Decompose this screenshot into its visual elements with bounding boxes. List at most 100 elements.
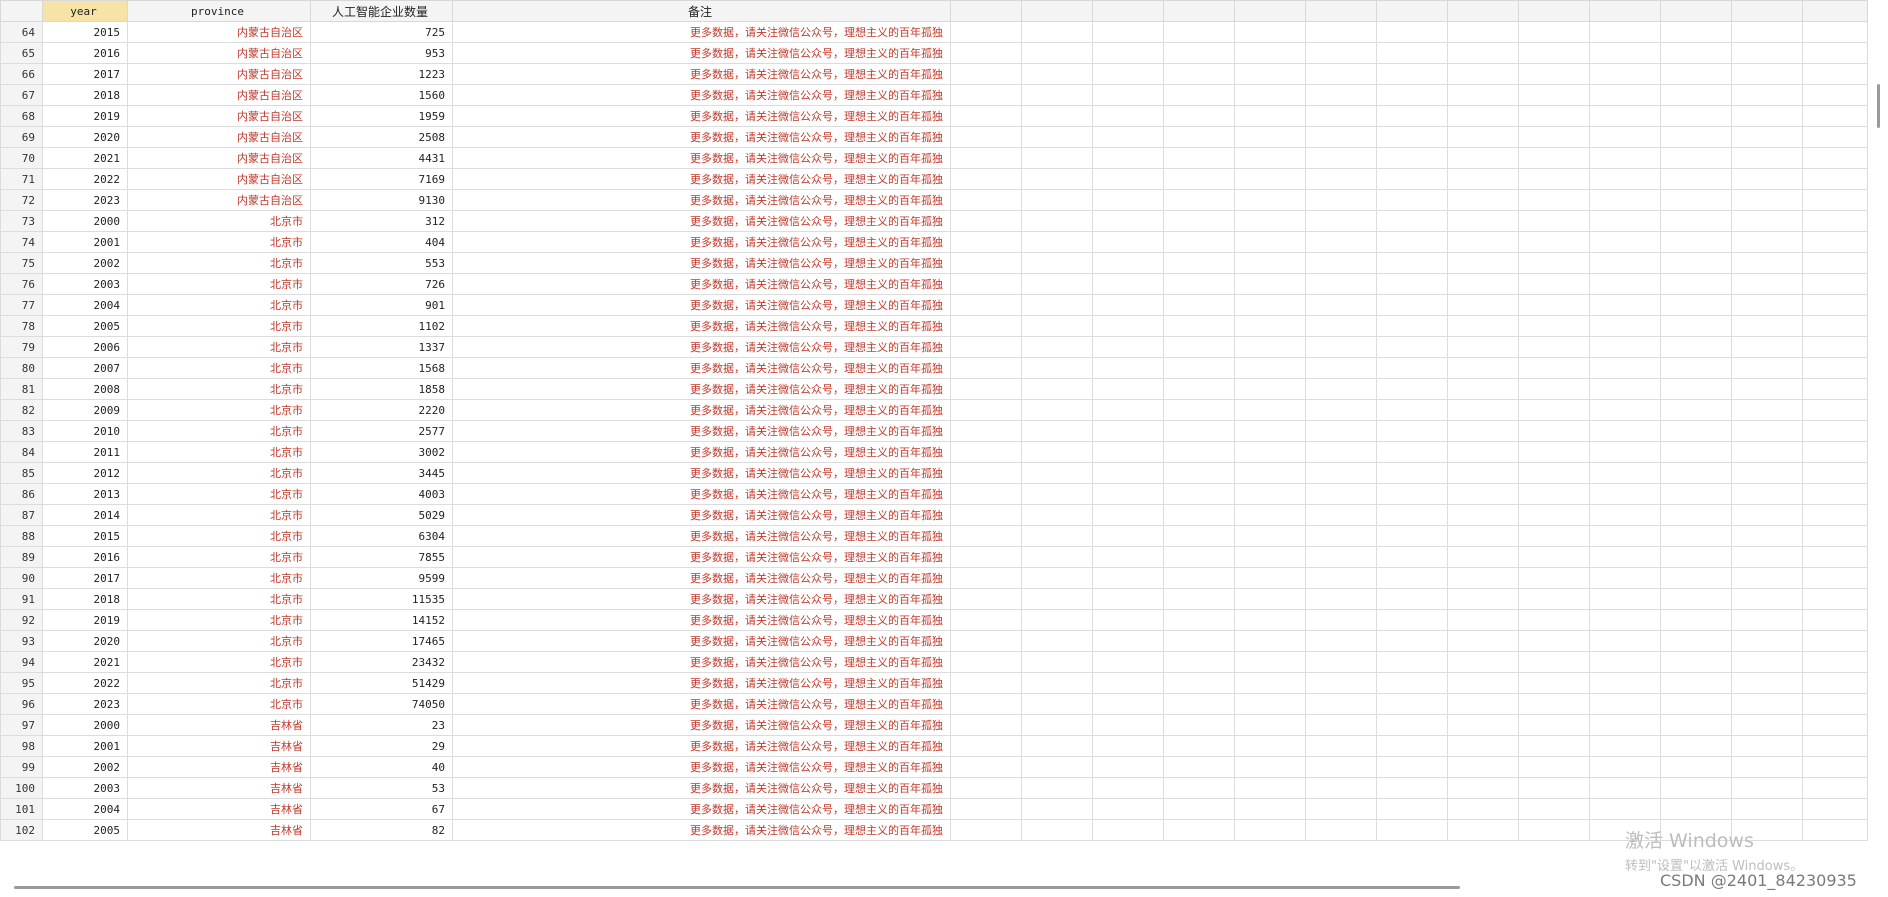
cell-empty[interactable] — [1163, 294, 1235, 316]
cell-empty[interactable] — [1021, 819, 1093, 841]
cell-empty[interactable] — [1589, 42, 1661, 64]
cell-note[interactable]: 更多数据，请关注微信公众号，理想主义的百年孤独 — [452, 21, 951, 43]
cell-empty[interactable] — [1731, 546, 1803, 568]
cell-empty[interactable] — [1234, 357, 1306, 379]
cell-empty[interactable] — [1447, 336, 1519, 358]
cell-empty[interactable] — [1305, 189, 1377, 211]
cell-empty[interactable] — [1731, 441, 1803, 463]
cell-count[interactable]: 1568 — [310, 357, 453, 379]
cell-empty[interactable] — [950, 84, 1022, 106]
cell-empty[interactable] — [1731, 567, 1803, 589]
cell-empty[interactable] — [1376, 189, 1448, 211]
cell-year[interactable]: 2018 — [42, 84, 128, 106]
cell-empty[interactable] — [1731, 483, 1803, 505]
table-row[interactable]: 78 2005 北京市 1102 更多数据，请关注微信公众号，理想主义的百年孤独 — [0, 315, 1868, 337]
cell-empty[interactable] — [1163, 735, 1235, 757]
table-row[interactable]: 93 2020 北京市 17465 更多数据，请关注微信公众号，理想主义的百年孤独 — [0, 630, 1868, 652]
cell-empty[interactable] — [1163, 483, 1235, 505]
cell-count[interactable]: 23 — [310, 714, 453, 736]
cell-empty[interactable] — [1518, 63, 1590, 85]
cell-empty[interactable] — [1163, 273, 1235, 295]
cell-empty[interactable] — [1731, 399, 1803, 421]
cell-empty[interactable] — [1589, 210, 1661, 232]
cell-year[interactable]: 2009 — [42, 399, 128, 421]
cell-province[interactable]: 北京市 — [127, 378, 311, 400]
cell-empty[interactable] — [1589, 630, 1661, 652]
table-row[interactable]: 98 2001 吉林省 29 更多数据，请关注微信公众号，理想主义的百年孤独 — [0, 735, 1868, 757]
cell-empty[interactable] — [1589, 63, 1661, 85]
cell-note[interactable]: 更多数据，请关注微信公众号，理想主义的百年孤独 — [452, 525, 951, 547]
cell-province[interactable]: 内蒙古自治区 — [127, 63, 311, 85]
cell-empty[interactable] — [1234, 21, 1306, 43]
cell-empty[interactable] — [1518, 504, 1590, 526]
cell-count[interactable]: 51429 — [310, 672, 453, 694]
cell-empty[interactable] — [1163, 84, 1235, 106]
cell-note[interactable]: 更多数据，请关注微信公众号，理想主义的百年孤独 — [452, 651, 951, 673]
cell-empty[interactable] — [1660, 567, 1732, 589]
cell-year[interactable]: 2014 — [42, 504, 128, 526]
cell-empty[interactable] — [1021, 420, 1093, 442]
cell-count[interactable]: 2577 — [310, 420, 453, 442]
row-number[interactable]: 70 — [0, 147, 43, 169]
cell-empty[interactable] — [1092, 294, 1164, 316]
cell-empty[interactable] — [1234, 273, 1306, 295]
row-number[interactable]: 87 — [0, 504, 43, 526]
cell-empty[interactable] — [1021, 777, 1093, 799]
cell-empty[interactable] — [1376, 126, 1448, 148]
cell-empty[interactable] — [1518, 84, 1590, 106]
cell-year[interactable]: 2001 — [42, 231, 128, 253]
row-number[interactable]: 96 — [0, 693, 43, 715]
cell-empty[interactable] — [1660, 273, 1732, 295]
table-row[interactable]: 75 2002 北京市 553 更多数据，请关注微信公众号，理想主义的百年孤独 — [0, 252, 1868, 274]
cell-empty[interactable] — [1731, 420, 1803, 442]
cell-empty[interactable] — [1163, 336, 1235, 358]
cell-empty[interactable] — [950, 525, 1022, 547]
cell-empty[interactable] — [1447, 378, 1519, 400]
cell-empty[interactable] — [1518, 189, 1590, 211]
cell-year[interactable]: 2023 — [42, 693, 128, 715]
cell-empty[interactable] — [1731, 105, 1803, 127]
cell-empty[interactable] — [1518, 798, 1590, 820]
table-row[interactable]: 65 2016 内蒙古自治区 953 更多数据，请关注微信公众号，理想主义的百年孤独 — [0, 42, 1868, 64]
cell-empty[interactable] — [1021, 378, 1093, 400]
cell-empty[interactable] — [1802, 504, 1868, 526]
cell-empty[interactable] — [1589, 777, 1661, 799]
cell-empty[interactable] — [1092, 588, 1164, 610]
cell-empty[interactable] — [1092, 378, 1164, 400]
cell-empty[interactable] — [1589, 84, 1661, 106]
cell-empty[interactable] — [1234, 210, 1306, 232]
cell-empty[interactable] — [1589, 21, 1661, 43]
cell-year[interactable]: 2004 — [42, 294, 128, 316]
cell-province[interactable]: 北京市 — [127, 357, 311, 379]
cell-empty[interactable] — [1305, 168, 1377, 190]
cell-note[interactable]: 更多数据，请关注微信公众号，理想主义的百年孤独 — [452, 546, 951, 568]
cell-empty[interactable] — [1447, 567, 1519, 589]
column-header-empty[interactable] — [1092, 0, 1164, 22]
cell-empty[interactable] — [1021, 105, 1093, 127]
cell-empty[interactable] — [1447, 231, 1519, 253]
cell-year[interactable]: 2002 — [42, 252, 128, 274]
cell-empty[interactable] — [1305, 525, 1377, 547]
cell-empty[interactable] — [1021, 336, 1093, 358]
table-row[interactable]: 83 2010 北京市 2577 更多数据，请关注微信公众号，理想主义的百年孤独 — [0, 420, 1868, 442]
cell-empty[interactable] — [950, 105, 1022, 127]
table-row[interactable]: 70 2021 内蒙古自治区 4431 更多数据，请关注微信公众号，理想主义的百年孤独 — [0, 147, 1868, 169]
cell-empty[interactable] — [1163, 609, 1235, 631]
cell-count[interactable]: 4431 — [310, 147, 453, 169]
cell-empty[interactable] — [1376, 588, 1448, 610]
cell-empty[interactable] — [1376, 210, 1448, 232]
row-number[interactable]: 100 — [0, 777, 43, 799]
cell-empty[interactable] — [1376, 252, 1448, 274]
cell-note[interactable]: 更多数据，请关注微信公众号，理想主义的百年孤独 — [452, 819, 951, 841]
cell-empty[interactable] — [1660, 231, 1732, 253]
row-number[interactable]: 73 — [0, 210, 43, 232]
cell-empty[interactable] — [1234, 672, 1306, 694]
cell-province[interactable]: 内蒙古自治区 — [127, 84, 311, 106]
table-row[interactable]: 76 2003 北京市 726 更多数据，请关注微信公众号，理想主义的百年孤独 — [0, 273, 1868, 295]
cell-empty[interactable] — [1518, 231, 1590, 253]
cell-note[interactable]: 更多数据，请关注微信公众号，理想主义的百年孤独 — [452, 252, 951, 274]
cell-empty[interactable] — [1802, 273, 1868, 295]
cell-province[interactable]: 北京市 — [127, 651, 311, 673]
cell-empty[interactable] — [950, 567, 1022, 589]
row-number[interactable]: 78 — [0, 315, 43, 337]
